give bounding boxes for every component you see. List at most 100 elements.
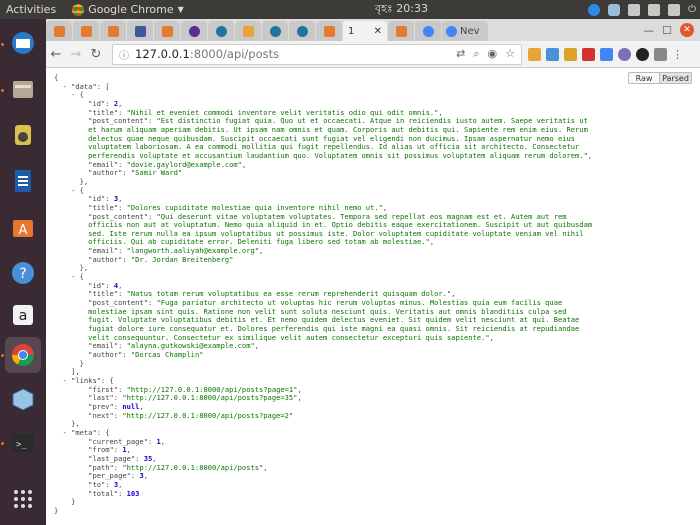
- zoom-icon[interactable]: ⌕: [473, 47, 479, 61]
- files-icon[interactable]: [5, 71, 41, 107]
- json-value: "Dolores cupiditate molestiae quia inven…: [126, 202, 383, 212]
- tab-favicon-icon: [242, 25, 254, 37]
- chrome-icon: [72, 3, 85, 16]
- tab[interactable]: [181, 21, 207, 41]
- activities-button[interactable]: Activities: [6, 3, 56, 16]
- maximize-icon[interactable]: ☐: [662, 24, 672, 37]
- eye-icon[interactable]: ◉: [488, 47, 498, 61]
- raw-button[interactable]: Raw: [628, 72, 660, 84]
- thunderbird-icon[interactable]: [5, 25, 41, 61]
- url-host: 127.0.0.1: [135, 47, 190, 61]
- json-value: "Samir Ward": [130, 168, 183, 178]
- extension-icon[interactable]: [546, 47, 559, 61]
- wordpress-icon: [296, 25, 308, 37]
- close-window-icon[interactable]: ✕: [680, 23, 694, 37]
- extension-icon[interactable]: [636, 47, 649, 61]
- json-value: 35: [143, 453, 153, 463]
- tab[interactable]: [100, 21, 126, 41]
- extension-icon[interactable]: [564, 47, 577, 61]
- parsed-button[interactable]: Parsed: [660, 72, 692, 84]
- bookmark-star-icon[interactable]: ☆: [505, 47, 515, 61]
- json-value: "http://127.0.0.1:8000/api/posts?page=35…: [122, 393, 298, 403]
- svg-text:a: a: [19, 308, 28, 324]
- forward-icon[interactable]: →: [66, 44, 86, 64]
- tab[interactable]: Nev: [442, 21, 488, 41]
- info-icon[interactable]: ⓘ: [119, 47, 129, 62]
- camera-icon[interactable]: [608, 3, 621, 16]
- wordpress-icon: [269, 25, 281, 37]
- svg-text:?: ?: [19, 266, 26, 282]
- json-value: 2: [113, 98, 119, 108]
- facebook-icon: [134, 25, 146, 37]
- json-value: "http://127.0.0.1:8000/api/posts?page=2": [122, 410, 294, 420]
- tab[interactable]: [415, 21, 441, 41]
- tab[interactable]: [127, 21, 153, 41]
- app-name: Google Chrome: [88, 3, 174, 16]
- launcher-dock: A ? a >_: [0, 19, 46, 525]
- extension-icon[interactable]: [654, 47, 667, 61]
- tab-title: 1: [348, 25, 355, 37]
- json-value: "Natus totam rerum voluptatibus ea esse …: [126, 289, 452, 299]
- json-value: "langworth.aaliyah@example.org": [126, 246, 260, 256]
- extension-icon[interactable]: [600, 47, 613, 61]
- software-center-icon[interactable]: A: [5, 209, 41, 245]
- tab[interactable]: [388, 21, 414, 41]
- virtualbox-icon[interactable]: [5, 381, 41, 417]
- tab[interactable]: [235, 21, 261, 41]
- tab-favicon-icon: [107, 25, 119, 37]
- wordpress-icon: [215, 25, 227, 37]
- json-value: "alayna.gutkowski@example.com": [126, 341, 255, 351]
- terminal-icon[interactable]: >_: [5, 425, 41, 461]
- amazon-icon[interactable]: a: [5, 297, 41, 333]
- view-toggle: Raw Parsed: [628, 72, 692, 84]
- volume-icon[interactable]: [648, 3, 661, 16]
- app-menu[interactable]: Google Chrome ▼: [72, 3, 184, 16]
- power-icon[interactable]: ⏻: [688, 4, 696, 15]
- json-value: "Dr. Jordan Breitenberg": [130, 254, 234, 264]
- json-value: 3: [113, 194, 119, 204]
- tab-title: Nev: [460, 25, 480, 37]
- help-icon[interactable]: ?: [5, 255, 41, 291]
- battery-icon[interactable]: [668, 3, 681, 16]
- json-content: { - "data": [ - { "id": 2, "title": "Nih…: [54, 73, 593, 515]
- writer-icon[interactable]: [5, 163, 41, 199]
- tab-favicon-icon: [161, 25, 173, 37]
- extension-icon[interactable]: [528, 47, 541, 61]
- minimize-icon[interactable]: —: [643, 24, 654, 37]
- tab[interactable]: [262, 21, 288, 41]
- address-bar[interactable]: ⓘ 127.0.0.1:8000/api/posts ⇄ ⌕ ◉ ☆: [112, 43, 522, 65]
- tab[interactable]: [73, 21, 99, 41]
- tab[interactable]: [154, 21, 180, 41]
- json-value: "dovie.gaylord@example.com": [126, 159, 242, 169]
- tab[interactable]: [208, 21, 234, 41]
- back-icon[interactable]: ←: [46, 44, 66, 64]
- extension-icon[interactable]: [582, 47, 595, 61]
- json-value: 3: [139, 471, 144, 481]
- clock[interactable]: বৃহঃ 20:33: [375, 0, 428, 19]
- php-icon[interactable]: [618, 47, 631, 61]
- json-viewer: Raw Parsed { - "data": [ - { "id": 2, "t…: [46, 68, 700, 525]
- skype-icon[interactable]: [588, 3, 601, 16]
- browser-toolbar: ← → ↻ ⓘ 127.0.0.1:8000/api/posts ⇄ ⌕ ◉ ☆…: [46, 41, 700, 68]
- wifi-icon[interactable]: [628, 3, 641, 16]
- translate-icon[interactable]: ⇄: [456, 47, 465, 61]
- tab[interactable]: [289, 21, 315, 41]
- chrome-icon[interactable]: [5, 337, 41, 373]
- app-grid-icon[interactable]: [5, 481, 41, 517]
- tab[interactable]: [46, 21, 72, 41]
- tab-active[interactable]: 1 ✕: [343, 21, 387, 41]
- system-tray: ⏻: [588, 3, 696, 16]
- reload-icon[interactable]: ↻: [86, 44, 106, 64]
- json-value: 4: [113, 280, 119, 290]
- extensions: ⋮: [528, 47, 683, 61]
- close-icon[interactable]: ✕: [374, 26, 382, 37]
- svg-text:>_: >_: [16, 440, 27, 450]
- chevron-down-icon: ▼: [177, 5, 184, 14]
- tab-favicon-icon: [80, 25, 92, 37]
- json-value: 1: [122, 445, 127, 455]
- tab-favicon-icon: [53, 25, 65, 37]
- tab[interactable]: [316, 21, 342, 41]
- tab-favicon-icon: [188, 25, 200, 37]
- rhythmbox-icon[interactable]: [5, 117, 41, 153]
- menu-icon[interactable]: ⋮: [672, 48, 683, 61]
